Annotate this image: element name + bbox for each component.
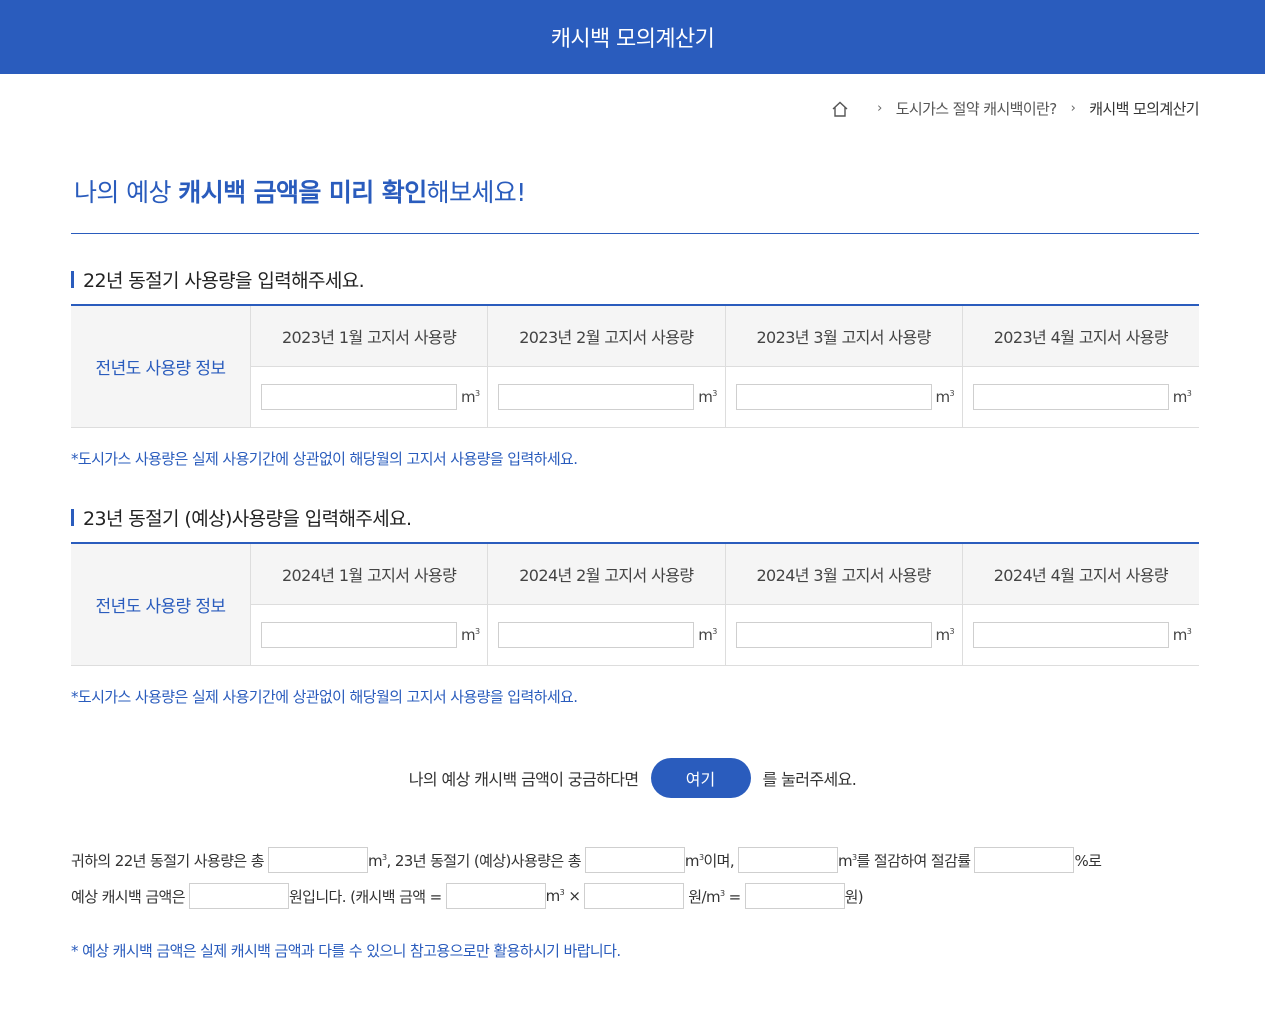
- prompt-text-after: 를 눌러주세요.: [762, 770, 857, 789]
- section1-title: 22년 동절기 사용량을 입력해주세요.: [71, 266, 365, 293]
- page-title-emphasis: 캐시백 금액을 미리 확인: [178, 178, 427, 207]
- calculate-button[interactable]: 여기: [650, 758, 751, 798]
- breadcrumb-item-cashback-intro[interactable]: 도시가스 절약 캐시백이란?: [896, 98, 1058, 119]
- chevron-right-icon: ›: [877, 101, 882, 116]
- result-line-1: 귀하의 22년 동절기 사용량은 총 m3, 23년 동절기 (예상)사용량은 …: [71, 847, 1102, 873]
- page-header: 캐시백 모의계산기: [0, 0, 1265, 74]
- column-header: 2024년 4월 고지서 사용량: [962, 544, 1199, 605]
- usage-input-2024-03[interactable]: [735, 622, 932, 648]
- usage-input-2023-02[interactable]: [498, 384, 695, 410]
- formula-usage-field[interactable]: [445, 883, 546, 909]
- result-text: %로: [1074, 851, 1102, 870]
- result-text: 원/m3 =: [688, 887, 741, 906]
- result-text: m3 ×: [545, 887, 581, 905]
- column-header: 2023년 1월 고지서 사용량: [251, 306, 488, 367]
- unit-label: m3: [1172, 388, 1192, 406]
- disclaimer-note: * 예상 캐시백 금액은 실제 캐시백 금액과 다를 수 있으니 참고용으로만 …: [71, 942, 621, 960]
- column-header: 2023년 4월 고지서 사용량: [962, 306, 1199, 367]
- column-feb: 2024년 2월 고지서 사용량 m3: [488, 544, 726, 665]
- expected-cashback-field[interactable]: [188, 883, 289, 909]
- usage-input-2024-04[interactable]: [972, 622, 1169, 648]
- breadcrumb: › 도시가스 절약 캐시백이란? › 캐시백 모의계산기: [831, 98, 1200, 119]
- row-header: 전년도 사용량 정보: [71, 306, 251, 427]
- unit-label: m3: [698, 388, 717, 406]
- total-usage-2022-field[interactable]: [267, 847, 368, 873]
- result-text: 예상 캐시백 금액은: [71, 887, 186, 906]
- unit-label: m3: [461, 626, 480, 644]
- result-text: m3, 23년 동절기 (예상)사용량은 총: [367, 851, 582, 870]
- section1-note: *도시가스 사용량은 실제 사용기간에 상관없이 해당월의 고지서 사용량을 입…: [71, 450, 578, 468]
- result-text: 원입니다. (캐시백 금액 =: [288, 887, 442, 906]
- usage-input-2023-01[interactable]: [261, 384, 457, 410]
- breadcrumb-item-current[interactable]: 캐시백 모의계산기: [1089, 98, 1199, 119]
- formula-unit-price-field[interactable]: [584, 883, 685, 909]
- page-title-suffix: 해보세요!: [426, 178, 527, 207]
- usage-input-2024-01[interactable]: [261, 622, 457, 648]
- column-mar: 2023년 3월 고지서 사용량 m3: [725, 306, 963, 427]
- column-apr: 2024년 4월 고지서 사용량 m3: [962, 544, 1199, 665]
- usage-input-2023-04[interactable]: [972, 384, 1169, 410]
- result-text: m3이며,: [684, 851, 735, 870]
- column-jan: 2024년 1월 고지서 사용량 m3: [251, 544, 489, 665]
- column-header: 2024년 2월 고지서 사용량: [488, 544, 725, 605]
- formula-result-field[interactable]: [744, 883, 845, 909]
- result-text: 원): [844, 887, 864, 906]
- saved-usage-field[interactable]: [738, 847, 839, 873]
- unit-label: m3: [461, 388, 480, 406]
- section1-title-text: 22년 동절기 사용량을 입력해주세요.: [83, 270, 365, 292]
- column-header: 2023년 3월 고지서 사용량: [725, 306, 962, 367]
- total-usage-2023-field[interactable]: [584, 847, 685, 873]
- column-header: 2024년 1월 고지서 사용량: [251, 544, 488, 605]
- result-text: m3를 절감하여 절감률: [838, 851, 971, 870]
- row-header: 전년도 사용량 정보: [71, 544, 251, 665]
- prompt-text-before: 나의 예상 캐시백 금액이 궁금하다면: [408, 770, 639, 789]
- unit-label: m3: [935, 626, 955, 644]
- usage-input-2023-03[interactable]: [735, 384, 932, 410]
- page-title: 나의 예상 캐시백 금액을 미리 확인해보세요!: [74, 173, 526, 209]
- usage-table-2022: 전년도 사용량 정보 2023년 1월 고지서 사용량 m3 2023년 2월 …: [71, 304, 1199, 428]
- unit-label: m3: [935, 388, 955, 406]
- section2-title: 23년 동절기 (예상)사용량을 입력해주세요.: [71, 504, 412, 531]
- saving-rate-field[interactable]: [974, 847, 1075, 873]
- result-text: 귀하의 22년 동절기 사용량은 총: [71, 851, 265, 870]
- column-header: 2024년 3월 고지서 사용량: [725, 544, 962, 605]
- section-marker: [71, 271, 74, 288]
- column-feb: 2023년 2월 고지서 사용량 m3: [488, 306, 726, 427]
- title-divider: [71, 233, 1199, 234]
- column-header: 2023년 2월 고지서 사용량: [488, 306, 725, 367]
- page-header-title: 캐시백 모의계산기: [550, 27, 715, 52]
- chevron-right-icon: ›: [1070, 101, 1076, 116]
- home-icon[interactable]: [831, 100, 849, 118]
- unit-label: m3: [698, 626, 717, 644]
- column-mar: 2024년 3월 고지서 사용량 m3: [725, 544, 963, 665]
- unit-label: m3: [1172, 626, 1192, 644]
- usage-table-2023: 전년도 사용량 정보 2024년 1월 고지서 사용량 m3 2024년 2월 …: [71, 542, 1199, 666]
- result-line-2: 예상 캐시백 금액은 원입니다. (캐시백 금액 = m3 × 원/m3 = 원…: [71, 883, 864, 909]
- column-jan: 2023년 1월 고지서 사용량 m3: [251, 306, 489, 427]
- calculate-prompt: 나의 예상 캐시백 금액이 궁금하다면 여기 를 눌러주세요.: [0, 758, 1265, 798]
- column-apr: 2023년 4월 고지서 사용량 m3: [962, 306, 1199, 427]
- section2-title-text: 23년 동절기 (예상)사용량을 입력해주세요.: [83, 508, 412, 530]
- section-marker: [71, 509, 74, 526]
- section2-note: *도시가스 사용량은 실제 사용기간에 상관없이 해당월의 고지서 사용량을 입…: [71, 688, 578, 706]
- usage-input-2024-02[interactable]: [498, 622, 695, 648]
- page-title-prefix: 나의 예상: [74, 178, 179, 207]
